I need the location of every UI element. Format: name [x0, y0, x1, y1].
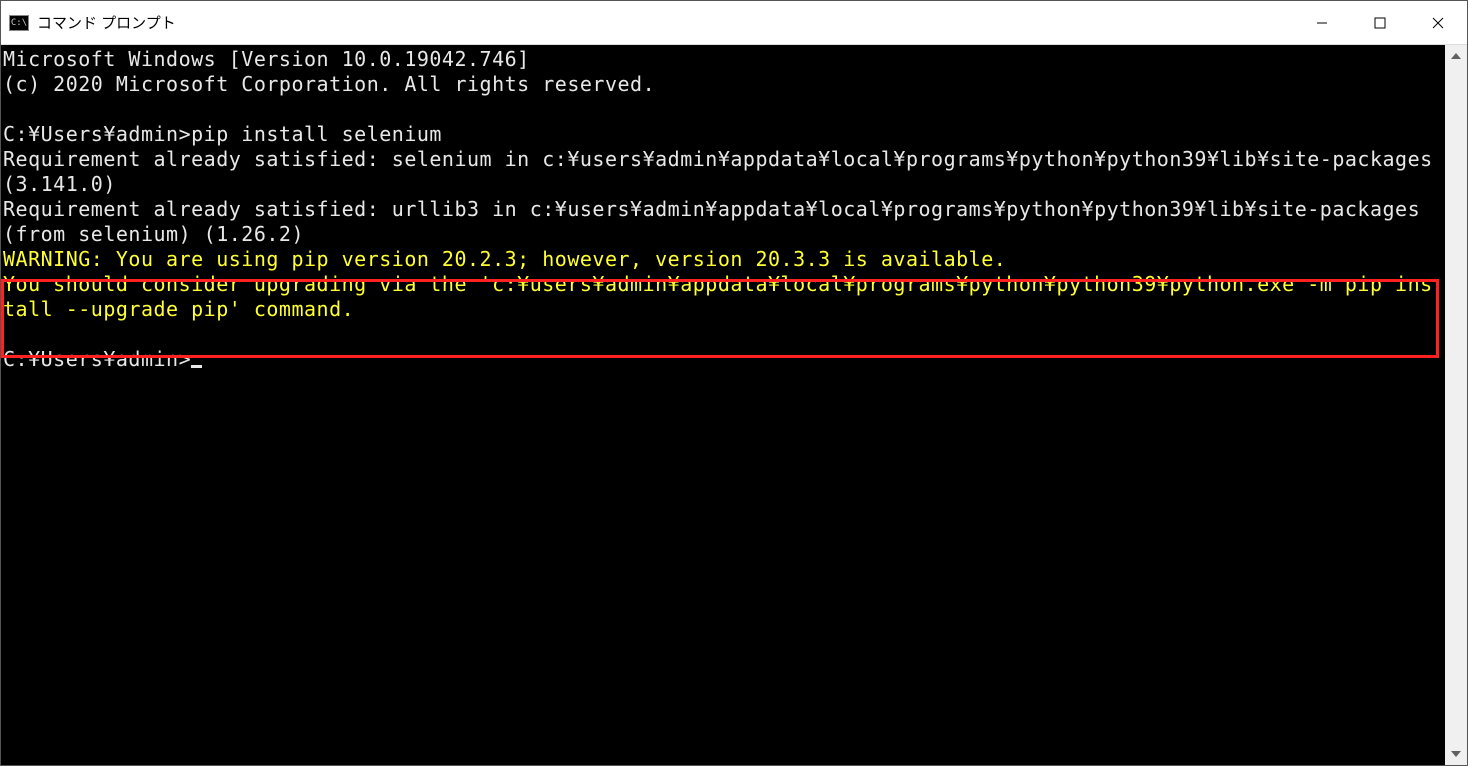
- warning-line: WARNING: You are using pip version 20.2.…: [3, 247, 1006, 271]
- warning-line: You should consider upgrading via the 'c…: [3, 272, 1433, 321]
- minimize-button[interactable]: [1293, 1, 1351, 44]
- copyright-line: (c) 2020 Microsoft Corporation. All righ…: [3, 72, 655, 96]
- window-controls: [1293, 1, 1467, 44]
- scroll-down-button[interactable]: [1445, 743, 1467, 765]
- cursor: [191, 365, 202, 368]
- scroll-up-button[interactable]: [1445, 45, 1467, 67]
- window-title: コマンド プロンプト: [37, 12, 1293, 33]
- cmd-icon: C:\: [9, 15, 29, 31]
- close-button[interactable]: [1409, 1, 1467, 44]
- scroll-track[interactable]: [1445, 67, 1467, 743]
- prompt-path: C:¥Users¥admin>: [3, 122, 191, 146]
- vertical-scrollbar[interactable]: [1445, 45, 1467, 765]
- command-prompt-window: C:\ コマンド プロンプト Microsoft Windows [Versio…: [0, 0, 1468, 766]
- version-line: Microsoft Windows [Version 10.0.19042.74…: [3, 47, 530, 71]
- requirement-line: Requirement already satisfied: selenium …: [3, 147, 1445, 196]
- prompt-path: C:¥Users¥admin>: [3, 347, 191, 371]
- titlebar[interactable]: C:\ コマンド プロンプト: [1, 1, 1467, 45]
- requirement-line: Requirement already satisfied: urllib3 i…: [3, 197, 1433, 246]
- terminal-output[interactable]: Microsoft Windows [Version 10.0.19042.74…: [1, 45, 1445, 765]
- maximize-button[interactable]: [1351, 1, 1409, 44]
- prompt-command: pip install selenium: [191, 122, 442, 146]
- client-area: Microsoft Windows [Version 10.0.19042.74…: [1, 45, 1467, 765]
